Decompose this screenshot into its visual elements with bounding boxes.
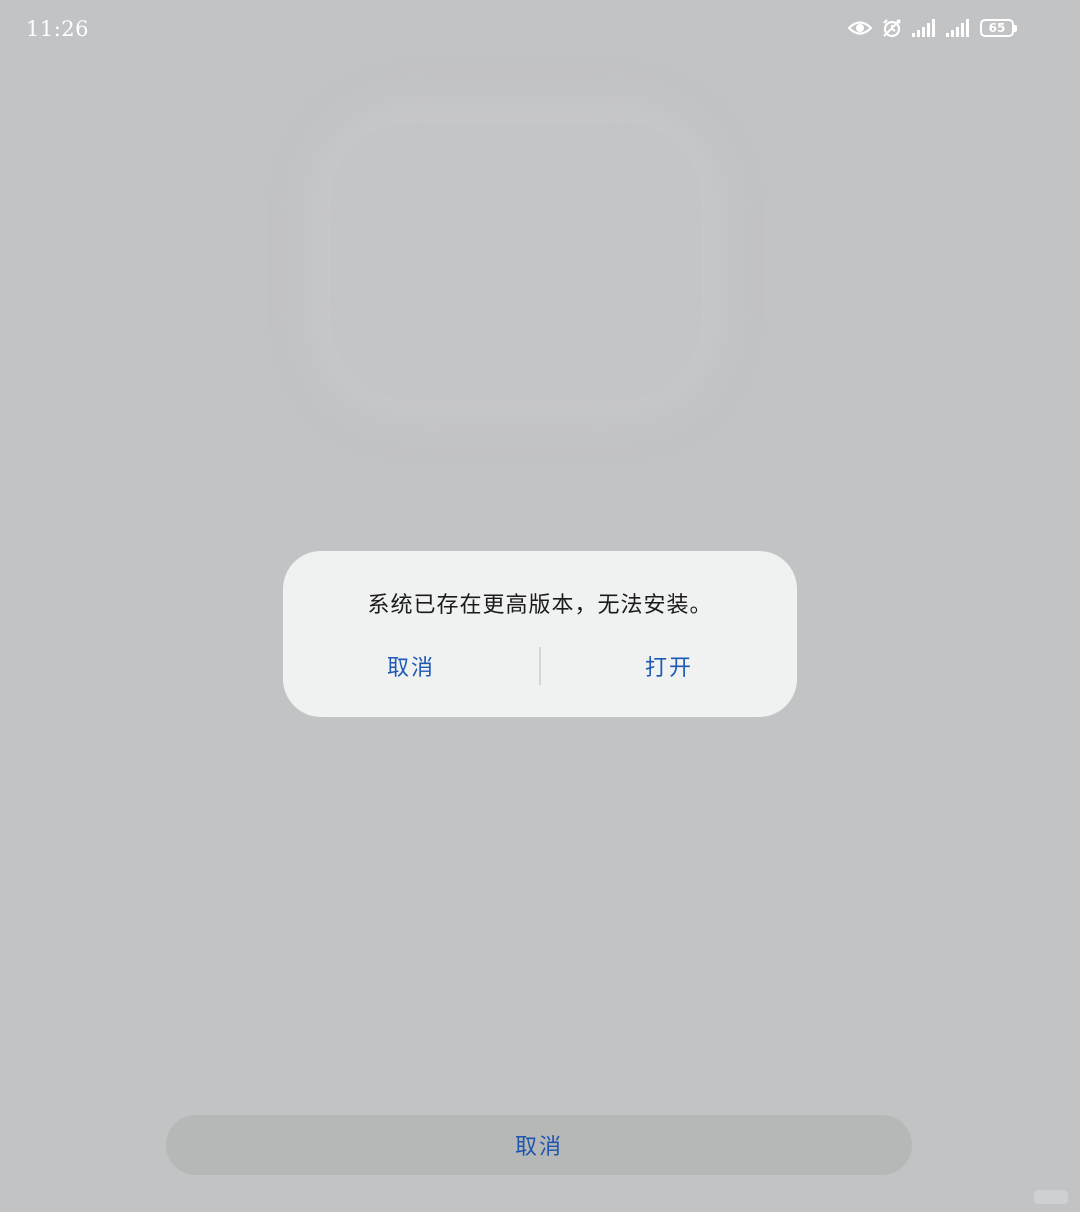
battery-level: 65 bbox=[988, 21, 1006, 35]
status-bar: 11:26 65 bbox=[0, 0, 1080, 64]
dialog-message: 系统已存在更高版本，无法安装。 bbox=[367, 593, 713, 618]
dialog-cancel-button[interactable]: 取消 bbox=[283, 646, 539, 686]
screen: 11:26 65 系统已存在更高版本，无法安装。 取消 打开 取消 bbox=[0, 0, 1080, 1212]
signal-icon bbox=[912, 19, 936, 37]
eye-icon bbox=[848, 18, 872, 38]
dialog-actions: 取消 打开 bbox=[283, 646, 797, 686]
bottom-cancel-button[interactable]: 取消 bbox=[166, 1115, 912, 1175]
alarm-icon bbox=[882, 18, 902, 38]
status-time: 11:26 bbox=[26, 17, 90, 41]
install-error-dialog: 系统已存在更高版本，无法安装。 取消 打开 bbox=[283, 551, 797, 717]
status-icons: 65 bbox=[848, 18, 1017, 38]
watermark bbox=[1034, 1190, 1068, 1204]
dialog-open-button[interactable]: 打开 bbox=[541, 646, 797, 686]
battery-icon: 65 bbox=[980, 19, 1017, 37]
signal-icon bbox=[946, 19, 970, 37]
app-icon-placeholder bbox=[330, 122, 702, 400]
